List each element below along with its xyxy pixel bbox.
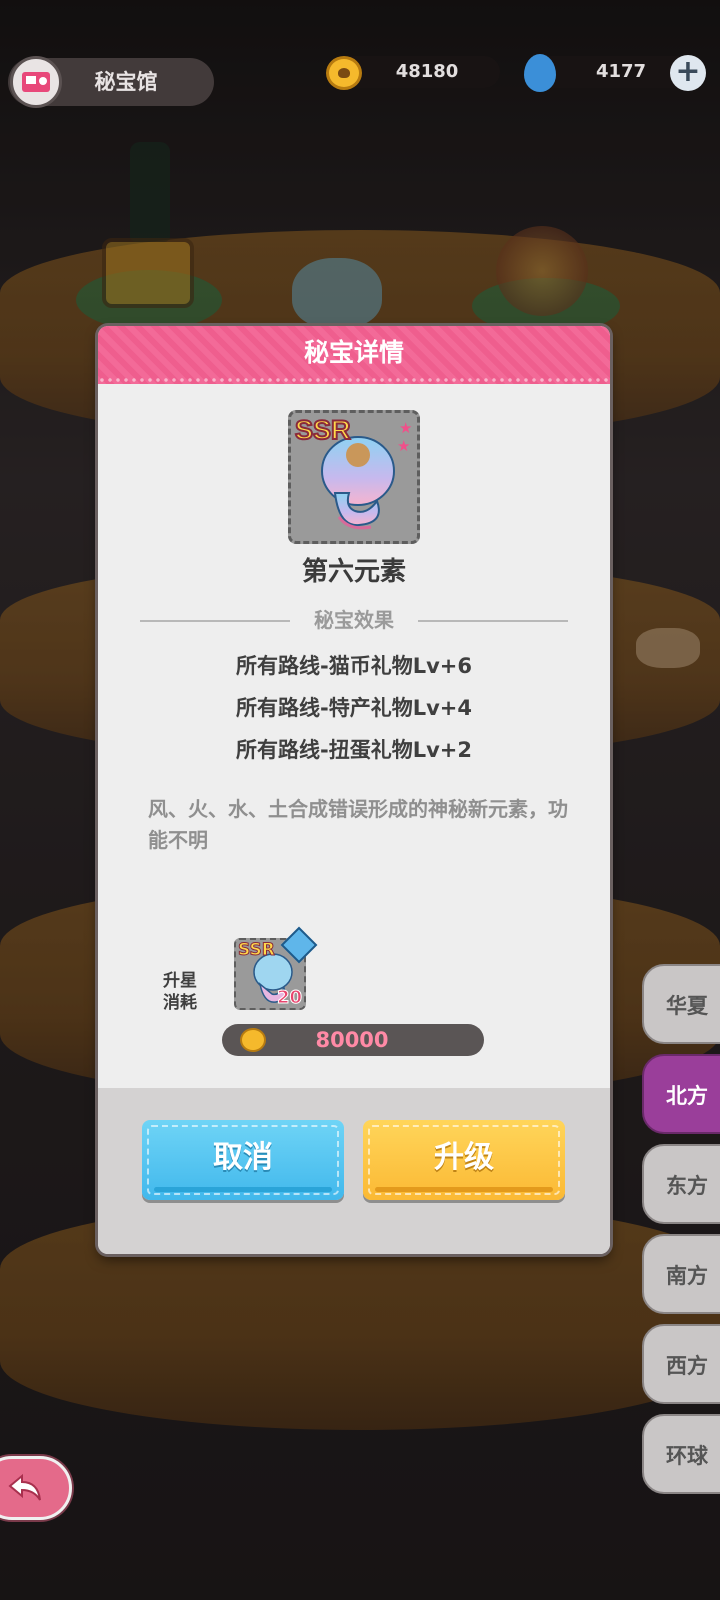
tab-region-north[interactable]: 北方 — [642, 1054, 720, 1134]
effect-line: 所有路线-特产礼物Lv+4 — [236, 696, 472, 720]
treasure-item-frame: SSR ★ ★ — [288, 410, 420, 544]
tab-region-huaxia[interactable]: 华夏 — [642, 964, 720, 1044]
divider-right — [418, 620, 568, 622]
coin-cost-bar: 80000 — [222, 1024, 484, 1056]
tab-region-global[interactable]: 环球 — [642, 1414, 720, 1494]
rarity-badge: SSR — [294, 414, 352, 446]
gem-amount: 4177 — [595, 61, 647, 82]
treasure-description: 风、火、水、土合成错误形成的神秘新元素，功能不明 — [148, 797, 568, 852]
effect-line: 所有路线-猫币礼物Lv+6 — [236, 654, 472, 678]
paw-coin-icon — [326, 56, 362, 90]
coin-amount: 48180 — [395, 61, 459, 82]
upgrade-cost-label: 升星 消耗 — [163, 971, 197, 1013]
effect-line: 所有路线-扭蛋礼物Lv+2 — [236, 738, 472, 762]
treasure-name: 第六元素 — [301, 557, 406, 587]
modal-title: 秘宝详情 — [303, 338, 404, 367]
blue-drop-gem-icon — [524, 54, 556, 92]
treasure-detail-modal: 秘宝详情 SSR ★ ★ 第六元素 秘宝效果 所有路线-猫币礼物Lv+6 所有路… — [98, 326, 610, 1254]
paw-coin-icon — [240, 1028, 266, 1052]
coin-cost-amount: 80000 — [315, 1028, 389, 1052]
divider-left — [140, 620, 290, 622]
add-gems-button[interactable]: + — [670, 55, 706, 91]
upgrade-button[interactable]: 升级 — [363, 1120, 565, 1200]
cost-item-slot[interactable]: SSR 20 — [234, 926, 318, 1010]
item-count: 20 — [276, 987, 302, 1009]
rarity-badge: SSR — [238, 940, 276, 961]
star-icon: ★ — [397, 437, 411, 455]
treasure-room-icon — [10, 56, 62, 108]
page-title: 秘宝馆 — [94, 70, 158, 94]
tab-region-east[interactable]: 东方 — [642, 1144, 720, 1224]
tab-region-south[interactable]: 南方 — [642, 1234, 720, 1314]
tab-region-west[interactable]: 西方 — [642, 1324, 720, 1404]
cancel-button[interactable]: 取消 — [142, 1120, 344, 1200]
effects-section-title: 秘宝效果 — [314, 608, 394, 632]
back-button[interactable] — [0, 1456, 72, 1520]
modal-header: 秘宝详情 — [98, 326, 610, 384]
element-ghost-icon — [321, 436, 395, 530]
back-arrow-icon — [8, 1473, 41, 1501]
star-icon: ★ — [399, 419, 413, 437]
modal-footer: 取消 升级 — [98, 1088, 610, 1254]
